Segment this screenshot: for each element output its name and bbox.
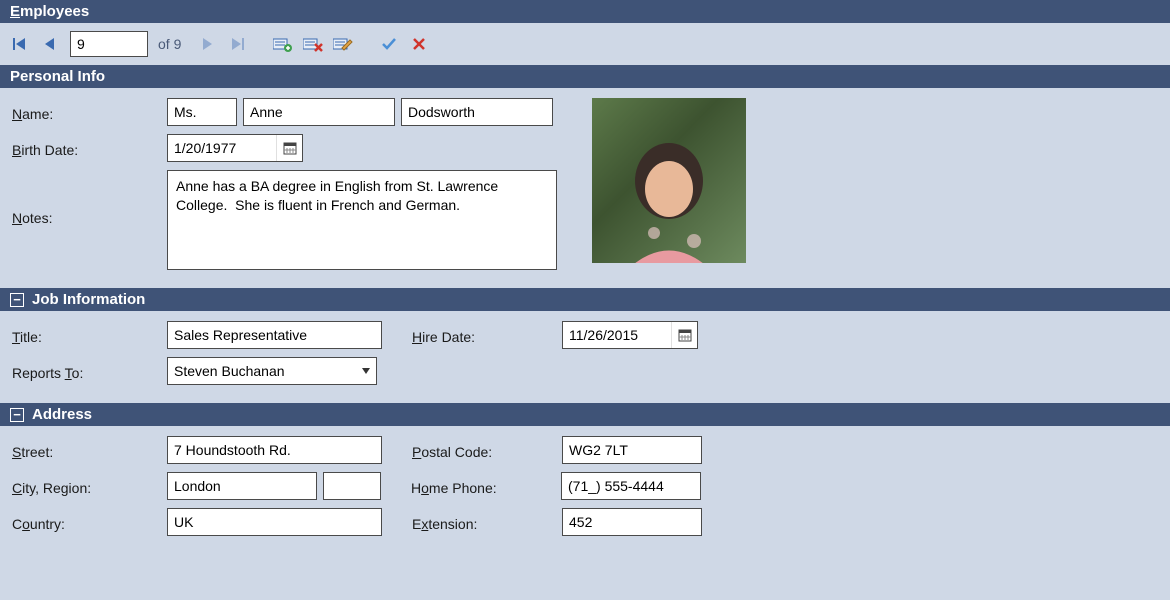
section-title-address: Address (32, 406, 92, 423)
nav-prev-icon[interactable] (40, 34, 60, 54)
chevron-down-icon[interactable] (356, 358, 376, 384)
section-header-address: − Address (0, 403, 1170, 426)
notes-textarea[interactable] (167, 170, 557, 270)
job-title-input[interactable] (167, 321, 382, 349)
label-birth-date: Birth Date: (12, 138, 167, 158)
label-hire-date: Hire Date: (412, 325, 562, 345)
label-notes: Notes: (12, 170, 167, 226)
section-body-job: Title: Hire Date: Reports To: (0, 311, 1170, 403)
label-extension: Extension: (412, 512, 562, 532)
nav-total-label: of 9 (158, 36, 181, 52)
label-city-region: City, Region: (12, 476, 167, 496)
nav-next-icon (197, 34, 217, 54)
reports-to-select[interactable] (167, 357, 377, 385)
label-street: Street: (12, 440, 167, 460)
nav-last-icon (227, 34, 247, 54)
title-of-courtesy-input[interactable] (167, 98, 237, 126)
label-title: Title: (12, 325, 167, 345)
hire-date-input[interactable] (563, 322, 671, 348)
cancel-edit-icon[interactable] (409, 34, 429, 54)
first-name-input[interactable] (243, 98, 395, 126)
section-header-job: − Job Information (0, 288, 1170, 311)
collapse-icon[interactable]: − (10, 408, 24, 422)
city-input[interactable] (167, 472, 317, 500)
label-home-phone: Home Phone: (411, 476, 561, 496)
label-country: Country: (12, 512, 167, 532)
last-name-input[interactable] (401, 98, 553, 126)
record-navigator: of 9 (0, 23, 1170, 65)
country-input[interactable] (167, 508, 382, 536)
label-postal-code: Postal Code: (412, 440, 562, 460)
calendar-icon[interactable] (276, 135, 302, 161)
employee-photo (592, 98, 746, 263)
postal-code-input[interactable] (562, 436, 702, 464)
nav-current-input[interactable] (70, 31, 148, 57)
edit-record-icon[interactable] (333, 34, 353, 54)
end-edit-icon[interactable] (379, 34, 399, 54)
label-reports-to: Reports To: (12, 361, 167, 381)
window-titlebar: Employees (0, 0, 1170, 23)
delete-record-icon[interactable] (303, 34, 323, 54)
nav-first-icon[interactable] (10, 34, 30, 54)
section-header-personal: Personal Info (0, 65, 1170, 88)
region-input[interactable] (323, 472, 381, 500)
extension-input[interactable] (562, 508, 702, 536)
section-body-address: Street: Postal Code: City, Region: Home … (0, 426, 1170, 546)
collapse-icon[interactable]: − (10, 293, 24, 307)
hire-date-field[interactable] (562, 321, 698, 349)
birth-date-field[interactable] (167, 134, 303, 162)
label-name: Name: (12, 102, 167, 122)
street-input[interactable] (167, 436, 382, 464)
section-title-personal: Personal Info (10, 68, 105, 85)
reports-to-input[interactable] (168, 358, 356, 384)
section-body-personal: Name: Birth Date: Notes: (0, 88, 1170, 288)
section-title-job: Job Information (32, 291, 145, 308)
home-phone-input[interactable] (561, 472, 701, 500)
titlebar-rest: mployees (20, 3, 89, 20)
birth-date-input[interactable] (168, 135, 276, 161)
add-record-icon[interactable] (273, 34, 293, 54)
calendar-icon[interactable] (671, 322, 697, 348)
